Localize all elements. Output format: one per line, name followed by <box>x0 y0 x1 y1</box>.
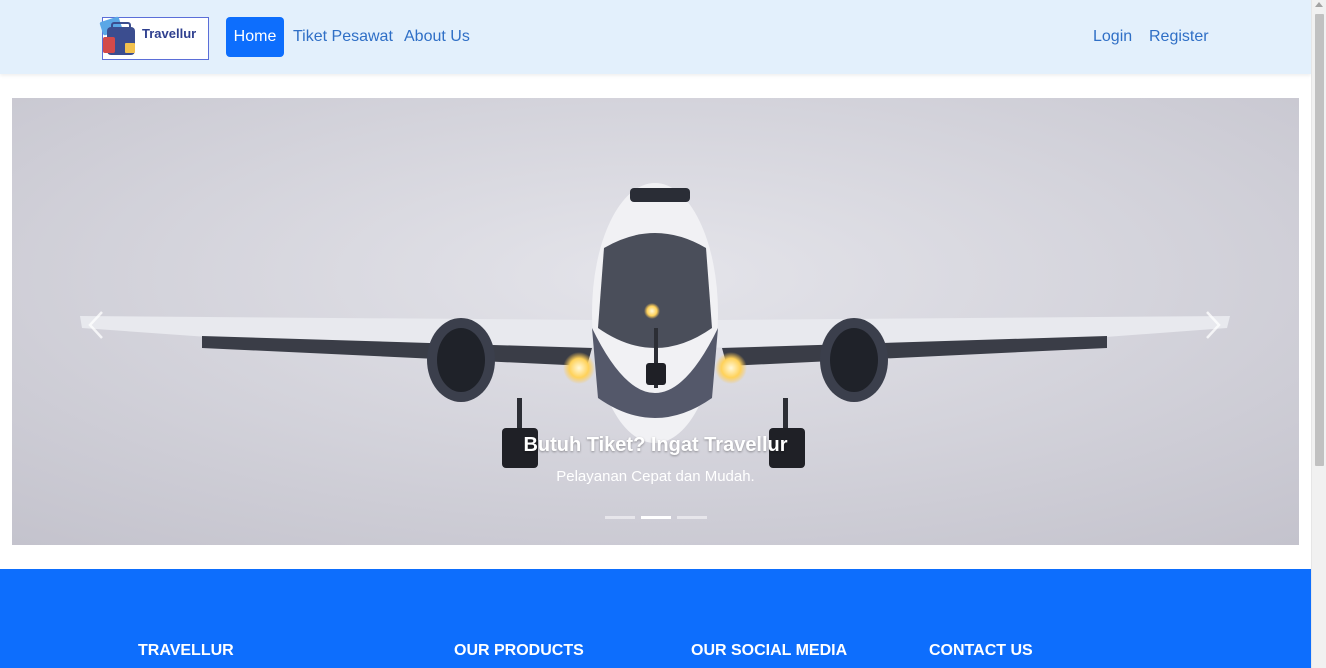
vertical-scrollbar[interactable] <box>1311 0 1326 668</box>
carousel-caption-title: Butuh Tiket? Ingat Travellur <box>523 434 788 456</box>
scroll-up-arrow-icon[interactable] <box>1315 2 1323 7</box>
navbar: Travellur Home Tiket Pesawat About Us Lo… <box>0 0 1311 74</box>
footer-heading-products: OUR PRODUCTS <box>454 642 584 659</box>
nav-login[interactable]: Login <box>1093 27 1132 47</box>
carousel-next-button[interactable] <box>1203 310 1223 340</box>
brand-name: Travellur <box>142 26 197 41</box>
brand-logo[interactable]: Travellur <box>99 13 211 62</box>
luggage-icon <box>99 16 135 55</box>
nav-register[interactable]: Register <box>1149 27 1209 47</box>
page: Travellur Home Tiket Pesawat About Us Lo… <box>0 0 1311 668</box>
carousel-caption-subtitle: Pelayanan Cepat dan Mudah. <box>556 468 755 485</box>
nav-home[interactable]: Home <box>226 17 284 57</box>
carousel-indicator-3[interactable] <box>677 516 707 519</box>
carousel-prev-button[interactable] <box>86 310 106 340</box>
footer-heading-social: OUR SOCIAL MEDIA <box>691 642 848 659</box>
nav-tiket-pesawat[interactable]: Tiket Pesawat <box>293 27 393 47</box>
footer: TRAVELLUR OUR PRODUCTS OUR SOCIAL MEDIA … <box>0 569 1311 668</box>
carousel-indicator-1[interactable] <box>605 516 635 519</box>
footer-heading-travellur: TRAVELLUR <box>138 642 234 659</box>
footer-heading-contact: CONTACT US <box>929 642 1033 659</box>
nav-about-us[interactable]: About Us <box>404 27 470 47</box>
scrollbar-thumb[interactable] <box>1315 14 1324 466</box>
carousel-indicator-2[interactable] <box>641 516 671 519</box>
